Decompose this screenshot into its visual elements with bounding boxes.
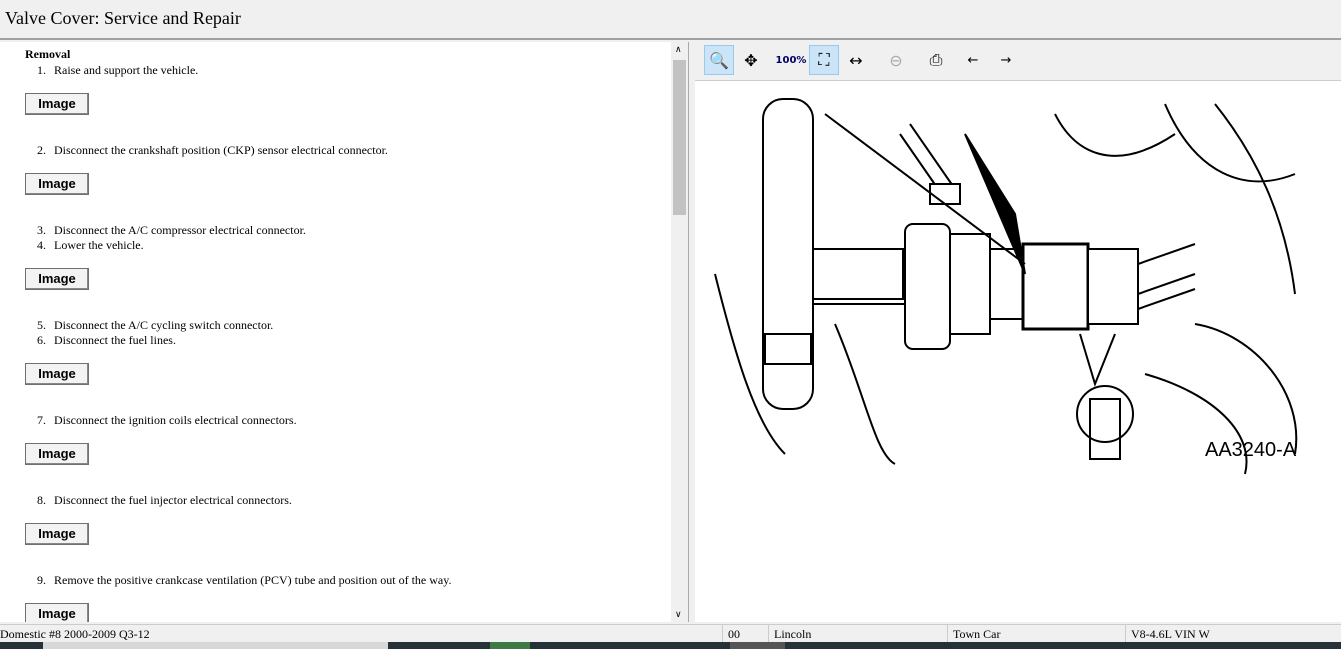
- step-number: 9.: [37, 573, 46, 587]
- status-divider: [947, 625, 948, 643]
- status-model: Town Car: [953, 627, 1001, 641]
- next-image-icon[interactable]: →: [991, 45, 1021, 75]
- image-viewer: 🔍 ✥ 100% ⛶ ↔ ⊖ ⎙ ← → AA3240-A: [695, 42, 1341, 622]
- section-heading: Removal: [25, 47, 71, 61]
- step-text: Disconnect the ignition coils electrical…: [54, 413, 297, 427]
- step-number: 3.: [37, 223, 46, 237]
- step-number: 1.: [37, 63, 46, 77]
- step-text: Raise and support the vehicle.: [54, 63, 199, 77]
- image-button[interactable]: Image: [25, 93, 89, 115]
- scrollbar-thumb[interactable]: [673, 60, 686, 215]
- status-make: Lincoln: [774, 627, 812, 641]
- status-divider: [768, 625, 769, 643]
- step-text: Disconnect the A/C compressor electrical…: [54, 223, 306, 237]
- zoom-out-icon[interactable]: ⊖: [881, 45, 911, 75]
- step-text: Disconnect the fuel injector electrical …: [54, 493, 292, 507]
- image-button[interactable]: Image: [25, 363, 89, 385]
- window-title: Valve Cover: Service and Repair: [0, 0, 1341, 40]
- status-code: 00: [728, 627, 740, 641]
- status-divider: [722, 625, 723, 643]
- previous-image-icon[interactable]: ←: [958, 45, 988, 75]
- step-number: 2.: [37, 143, 46, 157]
- zoom-width-icon[interactable]: ↔: [841, 45, 871, 75]
- scroll-down-icon[interactable]: ∨: [675, 609, 682, 620]
- image-button[interactable]: Image: [25, 443, 89, 465]
- zoom-in-icon[interactable]: 🔍: [704, 45, 734, 75]
- status-database: Domestic #8 2000-2009 Q3-12: [0, 627, 150, 641]
- step-text: Remove the positive crankcase ventilatio…: [54, 573, 452, 587]
- step-number: 6.: [37, 333, 46, 347]
- viewer-toolbar: 🔍 ✥ 100% ⛶ ↔ ⊖ ⎙ ← →: [695, 42, 1341, 81]
- pan-icon[interactable]: ✥: [736, 45, 766, 75]
- print-icon[interactable]: ⎙: [921, 45, 951, 75]
- step-text: Disconnect the A/C cycling switch connec…: [54, 318, 274, 332]
- image-button[interactable]: Image: [25, 603, 89, 622]
- step-number: 8.: [37, 493, 46, 507]
- fit-icon[interactable]: ⛶: [809, 45, 839, 75]
- step-text: Disconnect the crankshaft position (CKP)…: [54, 143, 388, 157]
- component-diagram: AA3240-A: [714, 98, 1298, 475]
- taskbar: [0, 642, 1341, 649]
- status-bar: Domestic #8 2000-2009 Q3-12 00 Lincoln T…: [0, 624, 1341, 643]
- image-button[interactable]: Image: [25, 268, 89, 290]
- figure-label: AA3240-A: [1205, 439, 1297, 461]
- step-text: Disconnect the fuel lines.: [54, 333, 176, 347]
- step-number: 4.: [37, 238, 46, 252]
- status-engine: V8-4.6L VIN W: [1131, 627, 1210, 641]
- step-text: Lower the vehicle.: [54, 238, 144, 252]
- vertical-scrollbar[interactable]: ∧ ∨: [671, 42, 688, 622]
- status-divider: [1125, 625, 1126, 643]
- step-number: 5.: [37, 318, 46, 332]
- actual-size-icon[interactable]: 100%: [776, 45, 807, 75]
- step-number: 7.: [37, 413, 46, 427]
- procedure-pane: Removal 1. Raise and support the vehicle.…: [0, 42, 689, 622]
- scroll-up-icon[interactable]: ∧: [675, 44, 682, 55]
- image-button[interactable]: Image: [25, 173, 89, 195]
- image-button[interactable]: Image: [25, 523, 89, 545]
